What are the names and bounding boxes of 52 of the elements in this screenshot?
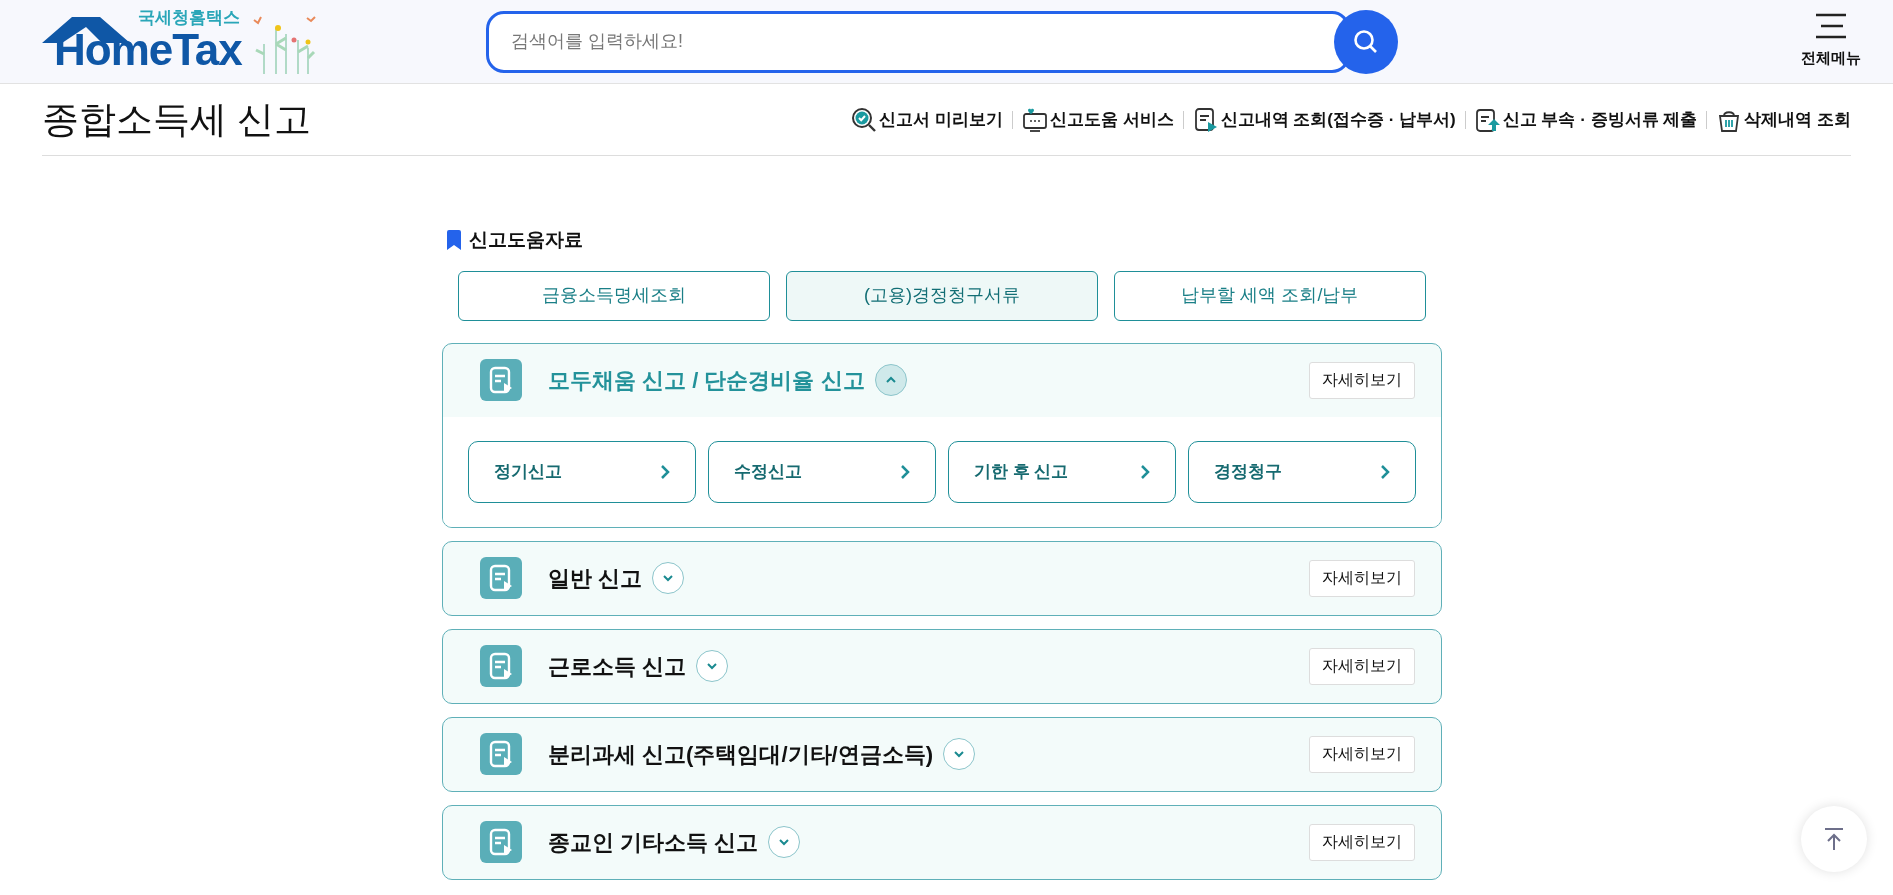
accordion-title: 모두채움 신고 / 단순경비율 신고: [548, 366, 865, 395]
chevron-right-icon: [1380, 463, 1390, 480]
document-play-icon: [480, 557, 522, 599]
help-tab[interactable]: 납부할 세액 조회/납부: [1114, 270, 1426, 321]
expand-toggle[interactable]: [696, 650, 729, 682]
toolbar-link[interactable]: 신고내역 조회(접수증 · 납부서): [1192, 106, 1456, 133]
monitor-heart-icon: [1021, 106, 1048, 133]
toolbar-link[interactable]: 삭제내역 조회: [1716, 106, 1851, 133]
accordion-title: 근로소득 신고: [548, 652, 687, 681]
section-title: 신고도움자료: [469, 228, 583, 252]
chevron-down-icon: [662, 572, 675, 584]
menu-button[interactable]: 전체메뉴: [1801, 13, 1861, 70]
chevron-right-icon: [1140, 463, 1150, 480]
chevron-right-icon: [900, 463, 910, 480]
expand-toggle[interactable]: [943, 738, 975, 770]
magnifier-check-icon: [851, 106, 878, 133]
chevron-down-icon: [706, 660, 719, 672]
filing-option-button[interactable]: 기한 후 신고: [948, 440, 1176, 503]
accordion-title: 일반 신고: [548, 564, 643, 593]
detail-button[interactable]: 자세히보기: [1309, 735, 1415, 773]
toolbar-link[interactable]: 신고 부속 · 증빙서류 제출: [1474, 106, 1698, 133]
help-tab[interactable]: (고용)경정청구서류: [786, 270, 1098, 321]
document-play-icon: [480, 821, 522, 863]
toolbar-link[interactable]: 신고도움 서비스: [1021, 106, 1174, 133]
accordion-title: 분리과세 신고(주택임대/기타/연금소득): [548, 740, 933, 769]
bookmark-icon: [447, 230, 461, 251]
chevron-down-icon: [953, 748, 965, 760]
expand-toggle[interactable]: [768, 826, 801, 858]
help-tab[interactable]: 금융소득명세조회: [458, 270, 770, 321]
arrow-up-to-line-icon: [1824, 827, 1844, 851]
filing-option-button[interactable]: 정기신고: [468, 440, 696, 503]
filing-option-button[interactable]: 경정청구: [1188, 440, 1416, 503]
detail-button[interactable]: 자세히보기: [1309, 647, 1415, 685]
accordion-title: 종교인 기타소득 신고: [548, 828, 759, 857]
menu-icon: [1815, 13, 1847, 40]
document-play-icon: [480, 645, 522, 687]
detail-button[interactable]: 자세히보기: [1309, 823, 1415, 861]
detail-button[interactable]: 자세히보기: [1309, 559, 1415, 597]
logo-subtitle: 국세청홈택스: [137, 8, 240, 26]
document-play-icon: [1192, 106, 1219, 133]
filing-option-button[interactable]: 수정신고: [708, 440, 936, 503]
chevron-down-icon: [778, 836, 791, 848]
expand-toggle[interactable]: [874, 364, 907, 396]
page-title: 종합소득세 신고: [42, 101, 312, 138]
logo-title[interactable]: HomeTax: [54, 25, 242, 74]
detail-button[interactable]: 자세히보기: [1309, 361, 1415, 399]
toolbar-link[interactable]: 신고서 미리보기: [851, 106, 1003, 133]
document-play-icon: [480, 733, 522, 775]
document-upload-icon: [1474, 106, 1501, 133]
chevron-right-icon: [660, 463, 670, 480]
document-play-icon: [480, 359, 522, 401]
expand-toggle[interactable]: [652, 562, 685, 594]
